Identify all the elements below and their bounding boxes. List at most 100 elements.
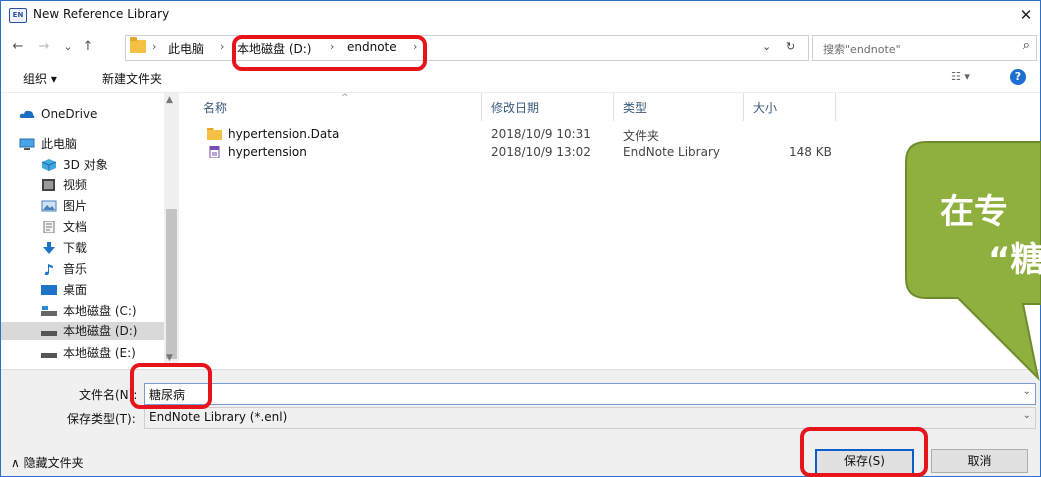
navigation-pane: OneDrive 此电脑 3D 对象 视频 图片 文档 下载 音乐 桌面 本地磁… bbox=[1, 93, 164, 367]
column-divider[interactable] bbox=[613, 93, 614, 121]
drive-icon bbox=[41, 306, 57, 316]
sidebar-item-label: 本地磁盘 (D:) bbox=[63, 324, 138, 338]
endnote-file-icon bbox=[209, 146, 220, 158]
sidebar-item-desktop[interactable]: 桌面 bbox=[41, 281, 87, 299]
file-row[interactable]: hypertension.Data 2018/10/9 10:31 文件夹 bbox=[201, 126, 841, 144]
filename-value: 糖尿病 bbox=[149, 388, 186, 402]
cloud-icon bbox=[19, 110, 35, 118]
chevron-down-icon[interactable]: ⌄ bbox=[1023, 386, 1031, 397]
organize-button[interactable]: 组织 ▾ bbox=[23, 70, 57, 87]
filename-input[interactable]: 糖尿病 ⌄ bbox=[144, 383, 1036, 405]
column-divider[interactable] bbox=[835, 93, 836, 121]
column-header-name[interactable]: 名称 bbox=[203, 99, 227, 116]
cube-icon bbox=[41, 159, 57, 171]
sidebar-item-label: 图片 bbox=[63, 199, 88, 213]
sidebar-item-label: 本地磁盘 (C:) bbox=[63, 304, 137, 318]
desktop-icon bbox=[41, 285, 57, 295]
forward-arrow-icon[interactable]: → bbox=[33, 36, 55, 58]
sort-arrow-icon: ^ bbox=[341, 93, 349, 103]
file-type: EndNote Library bbox=[623, 145, 720, 159]
filetype-select[interactable]: EndNote Library (*.enl) ⌄ bbox=[144, 407, 1036, 429]
callout-text: 在专 bbox=[940, 192, 1008, 232]
breadcrumb-this-pc[interactable]: 此电脑 bbox=[168, 40, 204, 57]
address-bar[interactable]: › 此电脑 › 本地磁盘 (D:) › endnote › ⌄ ↻ bbox=[125, 35, 809, 61]
file-name: hypertension.Data bbox=[207, 127, 339, 141]
sidebar-item-downloads[interactable]: 下载 bbox=[41, 239, 87, 257]
save-form: 文件名(N): 糖尿病 ⌄ 保存类型(T): EndNote Library (… bbox=[1, 369, 1040, 476]
sidebar-scrollbar[interactable]: ▲ ▼ bbox=[164, 93, 179, 367]
breadcrumb-separator: › bbox=[413, 40, 418, 53]
help-icon[interactable]: ? bbox=[1010, 69, 1026, 85]
navigation-bar: ← → ⌄ ↑ › 此电脑 › 本地磁盘 (D:) › endnote › ⌄ … bbox=[1, 32, 1040, 62]
hide-folders-toggle[interactable]: ∧ 隐藏文件夹 bbox=[11, 454, 84, 471]
breadcrumb-endnote[interactable]: endnote bbox=[347, 40, 397, 54]
file-modified: 2018/10/9 10:31 bbox=[491, 127, 591, 141]
save-button[interactable]: 保存(S) bbox=[815, 449, 914, 475]
endnote-app-icon: EN bbox=[9, 8, 27, 23]
sidebar-item-label: 此电脑 bbox=[41, 137, 78, 151]
cancel-button[interactable]: 取消 bbox=[931, 449, 1028, 473]
sidebar-item-documents[interactable]: 文档 bbox=[41, 218, 87, 236]
file-type: 文件夹 bbox=[623, 129, 660, 143]
file-row[interactable]: hypertension 2018/10/9 13:02 EndNote Lib… bbox=[201, 144, 841, 162]
search-input[interactable]: 搜索"endnote" ⌕ bbox=[812, 35, 1037, 61]
column-header-modified[interactable]: 修改日期 bbox=[491, 99, 539, 116]
title-bar: EN New Reference Library ✕ bbox=[1, 1, 1040, 29]
breadcrumb-separator: › bbox=[220, 40, 225, 53]
scrollbar-thumb[interactable] bbox=[166, 209, 177, 359]
command-bar: 组织 ▾ 新建文件夹 ☷ ▾ ? bbox=[1, 64, 1040, 93]
refresh-icon[interactable]: ↻ bbox=[786, 40, 795, 53]
folder-icon bbox=[207, 128, 222, 140]
column-header-size[interactable]: 大小 bbox=[753, 99, 777, 116]
video-icon bbox=[42, 179, 55, 191]
folder-icon bbox=[130, 37, 146, 53]
drive-icon bbox=[41, 331, 57, 336]
sidebar-item-music[interactable]: 音乐 bbox=[41, 260, 87, 278]
search-placeholder: 搜索"endnote" bbox=[823, 43, 901, 56]
sidebar-item-this-pc[interactable]: 此电脑 bbox=[19, 135, 77, 153]
sidebar-item-label: 本地磁盘 (E:) bbox=[63, 346, 136, 360]
sidebar-item-videos[interactable]: 视频 bbox=[41, 176, 87, 194]
file-size: 148 KB bbox=[789, 145, 832, 159]
breadcrumb-drive-d[interactable]: 本地磁盘 (D:) bbox=[237, 40, 311, 57]
search-icon: ⌕ bbox=[1022, 38, 1030, 53]
column-divider[interactable] bbox=[481, 93, 482, 121]
drive-icon bbox=[41, 353, 57, 358]
file-list: 名称 ^ 修改日期 类型 大小 hypertension.Data 2018/1… bbox=[181, 93, 1040, 368]
view-options-icon[interactable]: ☷ ▾ bbox=[951, 70, 970, 83]
chevron-down-icon[interactable]: ⌄ bbox=[1023, 410, 1031, 421]
file-modified: 2018/10/9 13:02 bbox=[491, 145, 591, 159]
sidebar-item-label: OneDrive bbox=[41, 107, 98, 121]
sidebar-item-pictures[interactable]: 图片 bbox=[41, 197, 87, 215]
column-divider[interactable] bbox=[743, 93, 744, 121]
sidebar-item-label: 下载 bbox=[63, 241, 88, 255]
filename-label: 文件名(N): bbox=[79, 388, 138, 402]
sidebar-item-label: 视频 bbox=[63, 178, 88, 192]
sidebar-item-label: 3D 对象 bbox=[63, 158, 108, 172]
sidebar-item-onedrive[interactable]: OneDrive bbox=[19, 107, 97, 125]
download-icon bbox=[43, 242, 55, 254]
sidebar-item-label: 音乐 bbox=[63, 262, 88, 276]
back-arrow-icon[interactable]: ← bbox=[7, 36, 29, 58]
sidebar-item-drive-c[interactable]: 本地磁盘 (C:) bbox=[41, 302, 137, 320]
breadcrumb-separator: › bbox=[330, 40, 335, 53]
document-icon bbox=[43, 221, 55, 233]
up-arrow-icon[interactable]: ↑ bbox=[77, 36, 99, 58]
recent-locations-icon[interactable]: ⌄ bbox=[57, 36, 79, 58]
scroll-down-icon[interactable]: ▼ bbox=[166, 353, 173, 363]
picture-icon bbox=[41, 200, 57, 212]
computer-icon bbox=[19, 138, 35, 150]
sidebar-item-drive-d[interactable]: 本地磁盘 (D:) bbox=[1, 322, 164, 340]
new-folder-button[interactable]: 新建文件夹 bbox=[102, 70, 162, 87]
music-icon bbox=[44, 264, 53, 275]
breadcrumb-separator: › bbox=[152, 40, 157, 53]
close-icon[interactable]: ✕ bbox=[1013, 2, 1039, 28]
scroll-up-icon[interactable]: ▲ bbox=[166, 95, 173, 105]
sidebar-item-3d-objects[interactable]: 3D 对象 bbox=[41, 156, 108, 174]
address-dropdown-icon[interactable]: ⌄ bbox=[762, 40, 771, 53]
sidebar-item-label: 文档 bbox=[63, 220, 88, 234]
save-dialog: EN New Reference Library ✕ ← → ⌄ ↑ › 此电脑… bbox=[0, 0, 1041, 477]
sidebar-item-label: 桌面 bbox=[63, 283, 88, 297]
column-header-type[interactable]: 类型 bbox=[623, 99, 647, 116]
sidebar-item-drive-e[interactable]: 本地磁盘 (E:) bbox=[41, 344, 136, 362]
